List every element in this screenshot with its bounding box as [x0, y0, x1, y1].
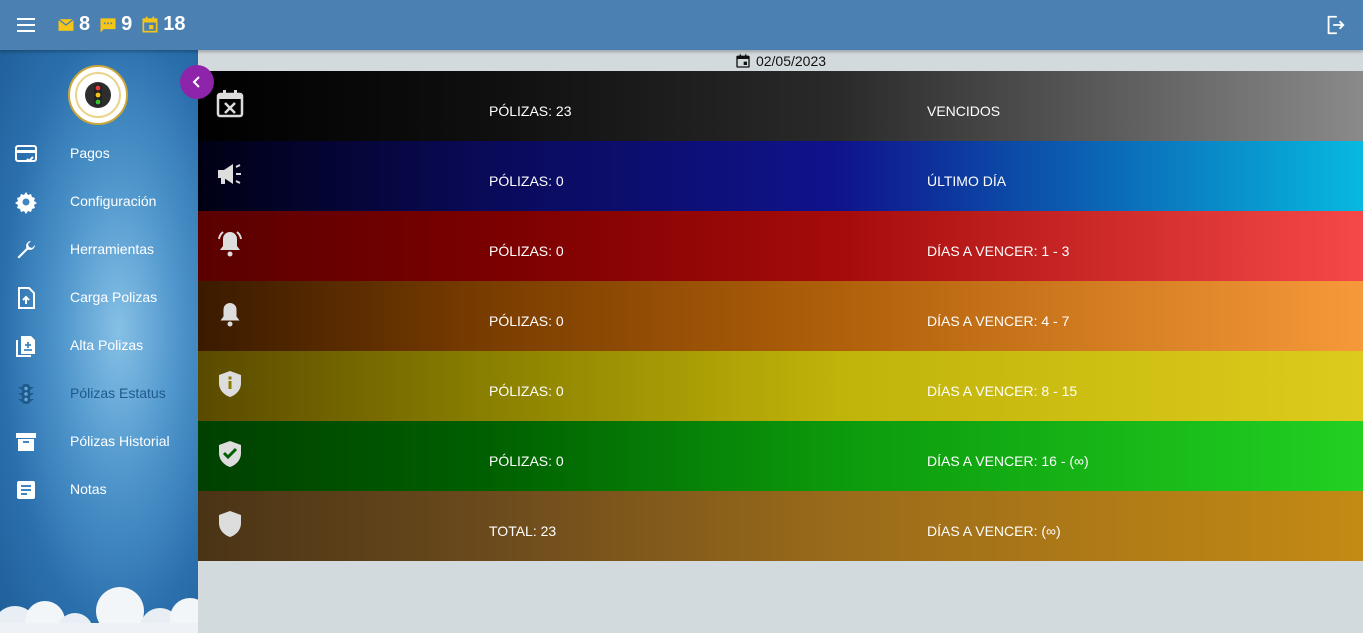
status-row-1-3[interactable]: PÓLIZAS: 0 DÍAS A VENCER: 1 - 3: [198, 211, 1363, 281]
sidebar-item-herramientas[interactable]: Herramientas: [0, 226, 198, 274]
logout-icon[interactable]: [1323, 14, 1347, 36]
bell-icon: [220, 303, 240, 327]
sidebar-item-notas[interactable]: Notas: [0, 466, 198, 514]
status-description: DÍAS A VENCER: 4 - 7: [927, 313, 1070, 329]
policy-count: PÓLIZAS: 0: [489, 313, 564, 329]
add-document-icon: [16, 336, 35, 357]
sidebar-item-label: Pólizas Estatus: [70, 385, 166, 401]
logo-ring: [75, 72, 121, 118]
calendar-counter[interactable]: 18: [140, 13, 186, 36]
sidebar-item-label: Pólizas Historial: [70, 433, 170, 449]
top-bar: 8 9 18: [0, 0, 1363, 50]
logo: [68, 65, 128, 125]
calendar-icon: [736, 53, 750, 68]
sidebar-item-label: Configuración: [70, 193, 157, 209]
sidebar-item-pagos[interactable]: Pagos: [0, 130, 198, 178]
status-row-vencidos[interactable]: PÓLIZAS: 23 VENCIDOS: [198, 71, 1363, 141]
sidebar-item-alta-polizas[interactable]: Alta Polizas: [0, 322, 198, 370]
sidebar-item-label: Notas: [70, 481, 107, 497]
message-count: 9: [121, 13, 133, 35]
status-description: DÍAS A VENCER: 1 - 3: [927, 243, 1070, 259]
notification-counters: 8 9 18: [56, 13, 194, 36]
sidebar-item-carga-polizas[interactable]: Carga Polizas: [0, 274, 198, 322]
status-description: VENCIDOS: [927, 103, 1001, 119]
shield-info-icon: [219, 371, 241, 397]
policy-count: PÓLIZAS: 0: [489, 453, 564, 469]
policy-count: PÓLIZAS: 0: [489, 173, 564, 189]
shield-check-icon: [219, 441, 241, 467]
message-counter[interactable]: 9: [98, 13, 132, 36]
sidebar: Pagos Configuración Herramientas Carga P…: [0, 50, 198, 633]
collapse-sidebar-button[interactable]: [180, 65, 214, 99]
status-description: ÚLTIMO DÍA: [927, 173, 1007, 189]
chevron-left-icon: [192, 76, 200, 88]
sidebar-item-polizas-estatus[interactable]: Pólizas Estatus: [0, 370, 198, 418]
traffic-light-icon: [18, 384, 34, 404]
mail-counter[interactable]: 8: [56, 13, 90, 36]
sidebar-item-label: Alta Polizas: [70, 337, 144, 353]
menu-icon[interactable]: [14, 14, 38, 36]
sidebar-item-label: Carga Polizas: [70, 289, 158, 305]
calendar-remove-icon: [216, 90, 244, 118]
policy-count: PÓLIZAS: 0: [489, 383, 564, 399]
file-upload-icon: [18, 287, 35, 309]
sidebar-nav: Pagos Configuración Herramientas Carga P…: [0, 130, 198, 514]
status-description: DÍAS A VENCER: 8 - 15: [927, 383, 1078, 399]
notes-icon: [17, 481, 35, 499]
policy-count: PÓLIZAS: 0: [489, 243, 564, 259]
calendar-count: 18: [163, 13, 186, 35]
shield-icon: [219, 511, 241, 537]
message-icon: [100, 17, 116, 32]
status-row-16-plus[interactable]: PÓLIZAS: 0 DÍAS A VENCER: 16 - (∞): [198, 421, 1363, 491]
bell-ring-icon: [218, 231, 242, 257]
wrench-icon: [17, 241, 35, 259]
date-display: 02/05/2023: [198, 50, 1363, 71]
status-description: DÍAS A VENCER: 16 - (∞): [927, 453, 1089, 469]
payment-card-icon: [15, 145, 37, 163]
archive-icon: [16, 433, 36, 451]
status-row-total[interactable]: TOTAL: 23 DÍAS A VENCER: (∞): [198, 491, 1363, 561]
sidebar-item-label: Herramientas: [70, 241, 155, 257]
policy-count: TOTAL: 23: [489, 523, 557, 539]
status-row-8-15[interactable]: PÓLIZAS: 0 DÍAS A VENCER: 8 - 15: [198, 351, 1363, 421]
mail-count: 8: [79, 13, 91, 35]
calendar-icon: [142, 16, 158, 32]
megaphone-icon: [218, 164, 241, 184]
status-row-4-7[interactable]: PÓLIZAS: 0 DÍAS A VENCER: 4 - 7: [198, 281, 1363, 351]
gear-icon: [15, 192, 37, 214]
sidebar-item-configuracion[interactable]: Configuración: [0, 178, 198, 226]
status-rows: PÓLIZAS: 23 VENCIDOS PÓLIZAS: 0 ÚLTIMO D…: [198, 71, 1363, 561]
mail-icon: [58, 18, 74, 31]
clouds-decoration: [0, 587, 198, 633]
sidebar-item-polizas-historial[interactable]: Pólizas Historial: [0, 418, 198, 466]
current-date: 02/05/2023: [755, 52, 827, 69]
sidebar-item-label: Pagos: [70, 145, 110, 161]
policy-count: PÓLIZAS: 23: [489, 103, 572, 119]
status-description: DÍAS A VENCER: (∞): [927, 523, 1061, 539]
status-row-ultimo-dia[interactable]: PÓLIZAS: 0 ÚLTIMO DÍA: [198, 141, 1363, 211]
